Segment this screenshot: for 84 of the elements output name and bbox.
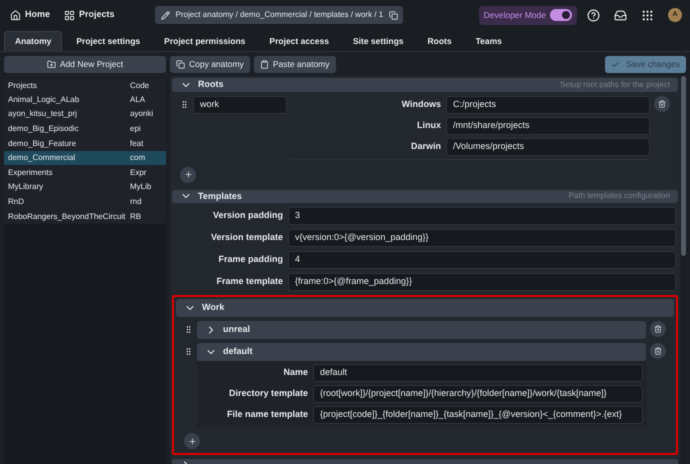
clipboard-icon xyxy=(260,60,269,69)
section-hint: Path templates configuration xyxy=(568,190,670,202)
section-title: unreal xyxy=(223,323,250,336)
input-field[interactable]: {project[code]}_{folder[name]}_{task[name]}_{@version}<_{comment}>.{ext} xyxy=(313,406,643,424)
help-icon[interactable] xyxy=(587,8,600,22)
field-label: Windows xyxy=(400,98,441,111)
input-field[interactable]: default xyxy=(313,364,643,382)
input-field[interactable]: /mnt/share/projects xyxy=(446,116,650,134)
section-title: Work xyxy=(202,301,224,314)
input-field[interactable]: /Volumes/projects xyxy=(446,138,650,156)
project-row[interactable]: Experiments Expr xyxy=(4,166,166,181)
copy-icon[interactable] xyxy=(389,10,398,20)
field-label: Directory template xyxy=(228,387,308,400)
column-header: Code xyxy=(130,80,150,92)
folder-plus-icon xyxy=(46,60,56,69)
field-label: Linux xyxy=(416,118,441,132)
field-label: File name template xyxy=(226,408,308,422)
section-title: Roots xyxy=(198,78,224,91)
tab[interactable]: Project settings xyxy=(66,31,150,51)
input-field[interactable]: {frame:0>{@frame_padding}} xyxy=(288,273,676,291)
section-header[interactable]: Work xyxy=(176,299,674,317)
projects-icon xyxy=(64,10,76,20)
section-header[interactable]: default xyxy=(197,343,646,361)
drag-handle-icon[interactable] xyxy=(184,325,193,334)
field-label: Frame template xyxy=(215,275,283,288)
tab[interactable]: Project permissions xyxy=(154,31,256,51)
check-icon xyxy=(611,60,620,69)
project-row[interactable]: Animal_Logic_ALab ALA xyxy=(4,93,166,108)
tab[interactable]: Project access xyxy=(259,31,339,51)
delete-button[interactable] xyxy=(650,343,666,359)
add-button[interactable] xyxy=(184,433,200,449)
home-icon xyxy=(10,10,21,20)
input-field[interactable]: v{version:0>{@version_padding}} xyxy=(288,229,676,247)
section-header[interactable]: unreal xyxy=(197,321,646,339)
input-field[interactable]: 4 xyxy=(288,251,676,269)
input-field[interactable]: {root[work]}/{project[name]}/{hierarchy}/{folder[name]}/work/{task[name]} xyxy=(313,385,643,403)
tab[interactable]: Anatomy xyxy=(4,31,62,51)
tab[interactable]: Teams xyxy=(466,31,512,51)
drag-handle-icon[interactable] xyxy=(184,347,193,356)
inbox-icon[interactable] xyxy=(614,8,627,22)
input-field[interactable]: 3 xyxy=(288,207,676,225)
field-label: Frame padding xyxy=(217,253,283,266)
pencil-icon xyxy=(160,10,170,20)
projects-button[interactable]: Projects xyxy=(64,8,115,22)
section-header[interactable]: Templates Path templates configuration xyxy=(172,190,678,203)
section-hint: Setup root paths for the project xyxy=(560,78,670,91)
paste-anatomy-button[interactable]: Paste anatomy xyxy=(254,56,336,73)
trash-icon xyxy=(654,325,662,333)
section-title: default xyxy=(223,345,253,358)
input-field[interactable]: work xyxy=(193,96,287,114)
project-row[interactable]: demo_Commercial com xyxy=(4,151,166,166)
tab[interactable]: Site settings xyxy=(342,31,414,51)
section-header[interactable]: Roots Setup root paths for the project xyxy=(172,78,678,92)
delete-button[interactable] xyxy=(650,321,666,337)
developer-mode-toggle[interactable]: Developer Mode xyxy=(478,6,577,24)
project-row[interactable]: ayon_kitsu_test_prj ayonki xyxy=(4,108,166,122)
plus-icon xyxy=(184,170,192,179)
breadcrumb-bar[interactable]: Project anatomy / demo_Commercial / templates / work / 1 xyxy=(154,6,403,24)
field-label: Name xyxy=(282,366,308,380)
input-field[interactable]: C:/projects xyxy=(446,96,650,114)
home-button[interactable]: Home xyxy=(8,8,52,22)
apps-grid-icon[interactable] xyxy=(641,8,654,22)
copy-icon xyxy=(176,60,185,69)
scrollbar[interactable] xyxy=(681,76,686,464)
trash-icon xyxy=(658,100,666,108)
field-label: Darwin xyxy=(410,140,441,153)
tab[interactable]: Roots xyxy=(418,31,462,51)
add-project-button[interactable]: Add New Project xyxy=(4,56,166,73)
add-button[interactable] xyxy=(180,166,196,182)
section-title: Templates xyxy=(198,190,242,203)
project-row[interactable]: RoboRangers_BeyondTheCircuit RB xyxy=(4,210,166,224)
breadcrumb-path: Project anatomy / demo_Commercial / templates / work / 1 xyxy=(176,9,384,21)
copy-anatomy-button[interactable]: Copy anatomy xyxy=(170,56,250,73)
column-header: Projects xyxy=(7,80,38,92)
field-label: Version padding xyxy=(212,209,283,222)
trash-icon xyxy=(654,347,662,355)
project-row[interactable]: RnD rnd xyxy=(4,195,166,210)
plus-icon xyxy=(188,436,196,446)
drag-handle-icon[interactable] xyxy=(180,100,189,108)
project-row[interactable]: MyLibrary MyLib xyxy=(4,180,166,196)
field-label: Version template xyxy=(210,231,283,244)
delete-button[interactable] xyxy=(654,96,670,112)
project-row[interactable]: demo_Big_Feature feat xyxy=(4,136,166,152)
project-row[interactable]: demo_Big_Episodic epi xyxy=(4,122,166,137)
